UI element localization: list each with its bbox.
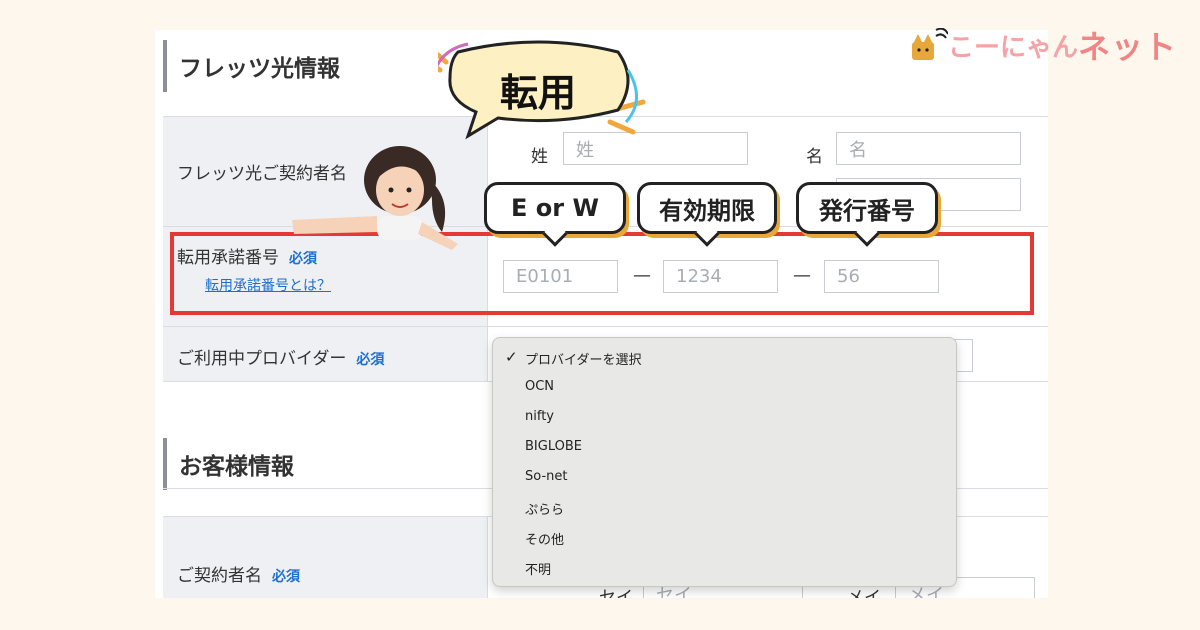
provider-label: ご利用中プロバイダー 必須	[177, 349, 385, 369]
checkmark-icon: ✓	[505, 348, 518, 366]
customer-name-label: ご契約者名 必須	[177, 566, 300, 586]
callout-part3: 発行番号	[796, 182, 938, 247]
dropdown-option[interactable]: OCN	[525, 379, 554, 394]
provider-dropdown[interactable]: ✓ プロバイダーを選択 OCN nifty BIGLOBE So-net ぷらら…	[492, 337, 957, 587]
dropdown-option[interactable]: プロバイダーを選択	[525, 349, 641, 368]
woman-pointing-illustration	[282, 140, 482, 270]
logo-text-strong: ネット	[1078, 28, 1178, 66]
mei-input[interactable]: 名	[836, 132, 1021, 165]
section-title-customer: お客様情報	[163, 438, 294, 490]
callout-part1: E or W	[484, 182, 626, 247]
callout-part2: 有効期限	[637, 182, 777, 247]
required-badge: 必須	[272, 569, 300, 585]
site-logo: こーにゃん ネット	[908, 22, 1177, 68]
dropdown-option[interactable]: 不明	[525, 559, 551, 578]
dropdown-option[interactable]: nifty	[525, 409, 554, 424]
mei-label: 名	[806, 147, 823, 167]
dropdown-option[interactable]: BIGLOBE	[525, 439, 582, 454]
dropdown-option[interactable]: その他	[525, 529, 564, 548]
dropdown-option[interactable]: So-net	[525, 469, 567, 484]
required-badge: 必須	[356, 352, 385, 368]
logo-text-soft: こーにゃん	[948, 32, 1079, 63]
headline-speech-bubble: 転用	[417, 39, 646, 140]
cat-mascot-icon	[912, 28, 948, 60]
dropdown-option[interactable]: ぷらら	[525, 499, 564, 518]
section-title-flets: フレッツ光情報	[163, 40, 340, 92]
